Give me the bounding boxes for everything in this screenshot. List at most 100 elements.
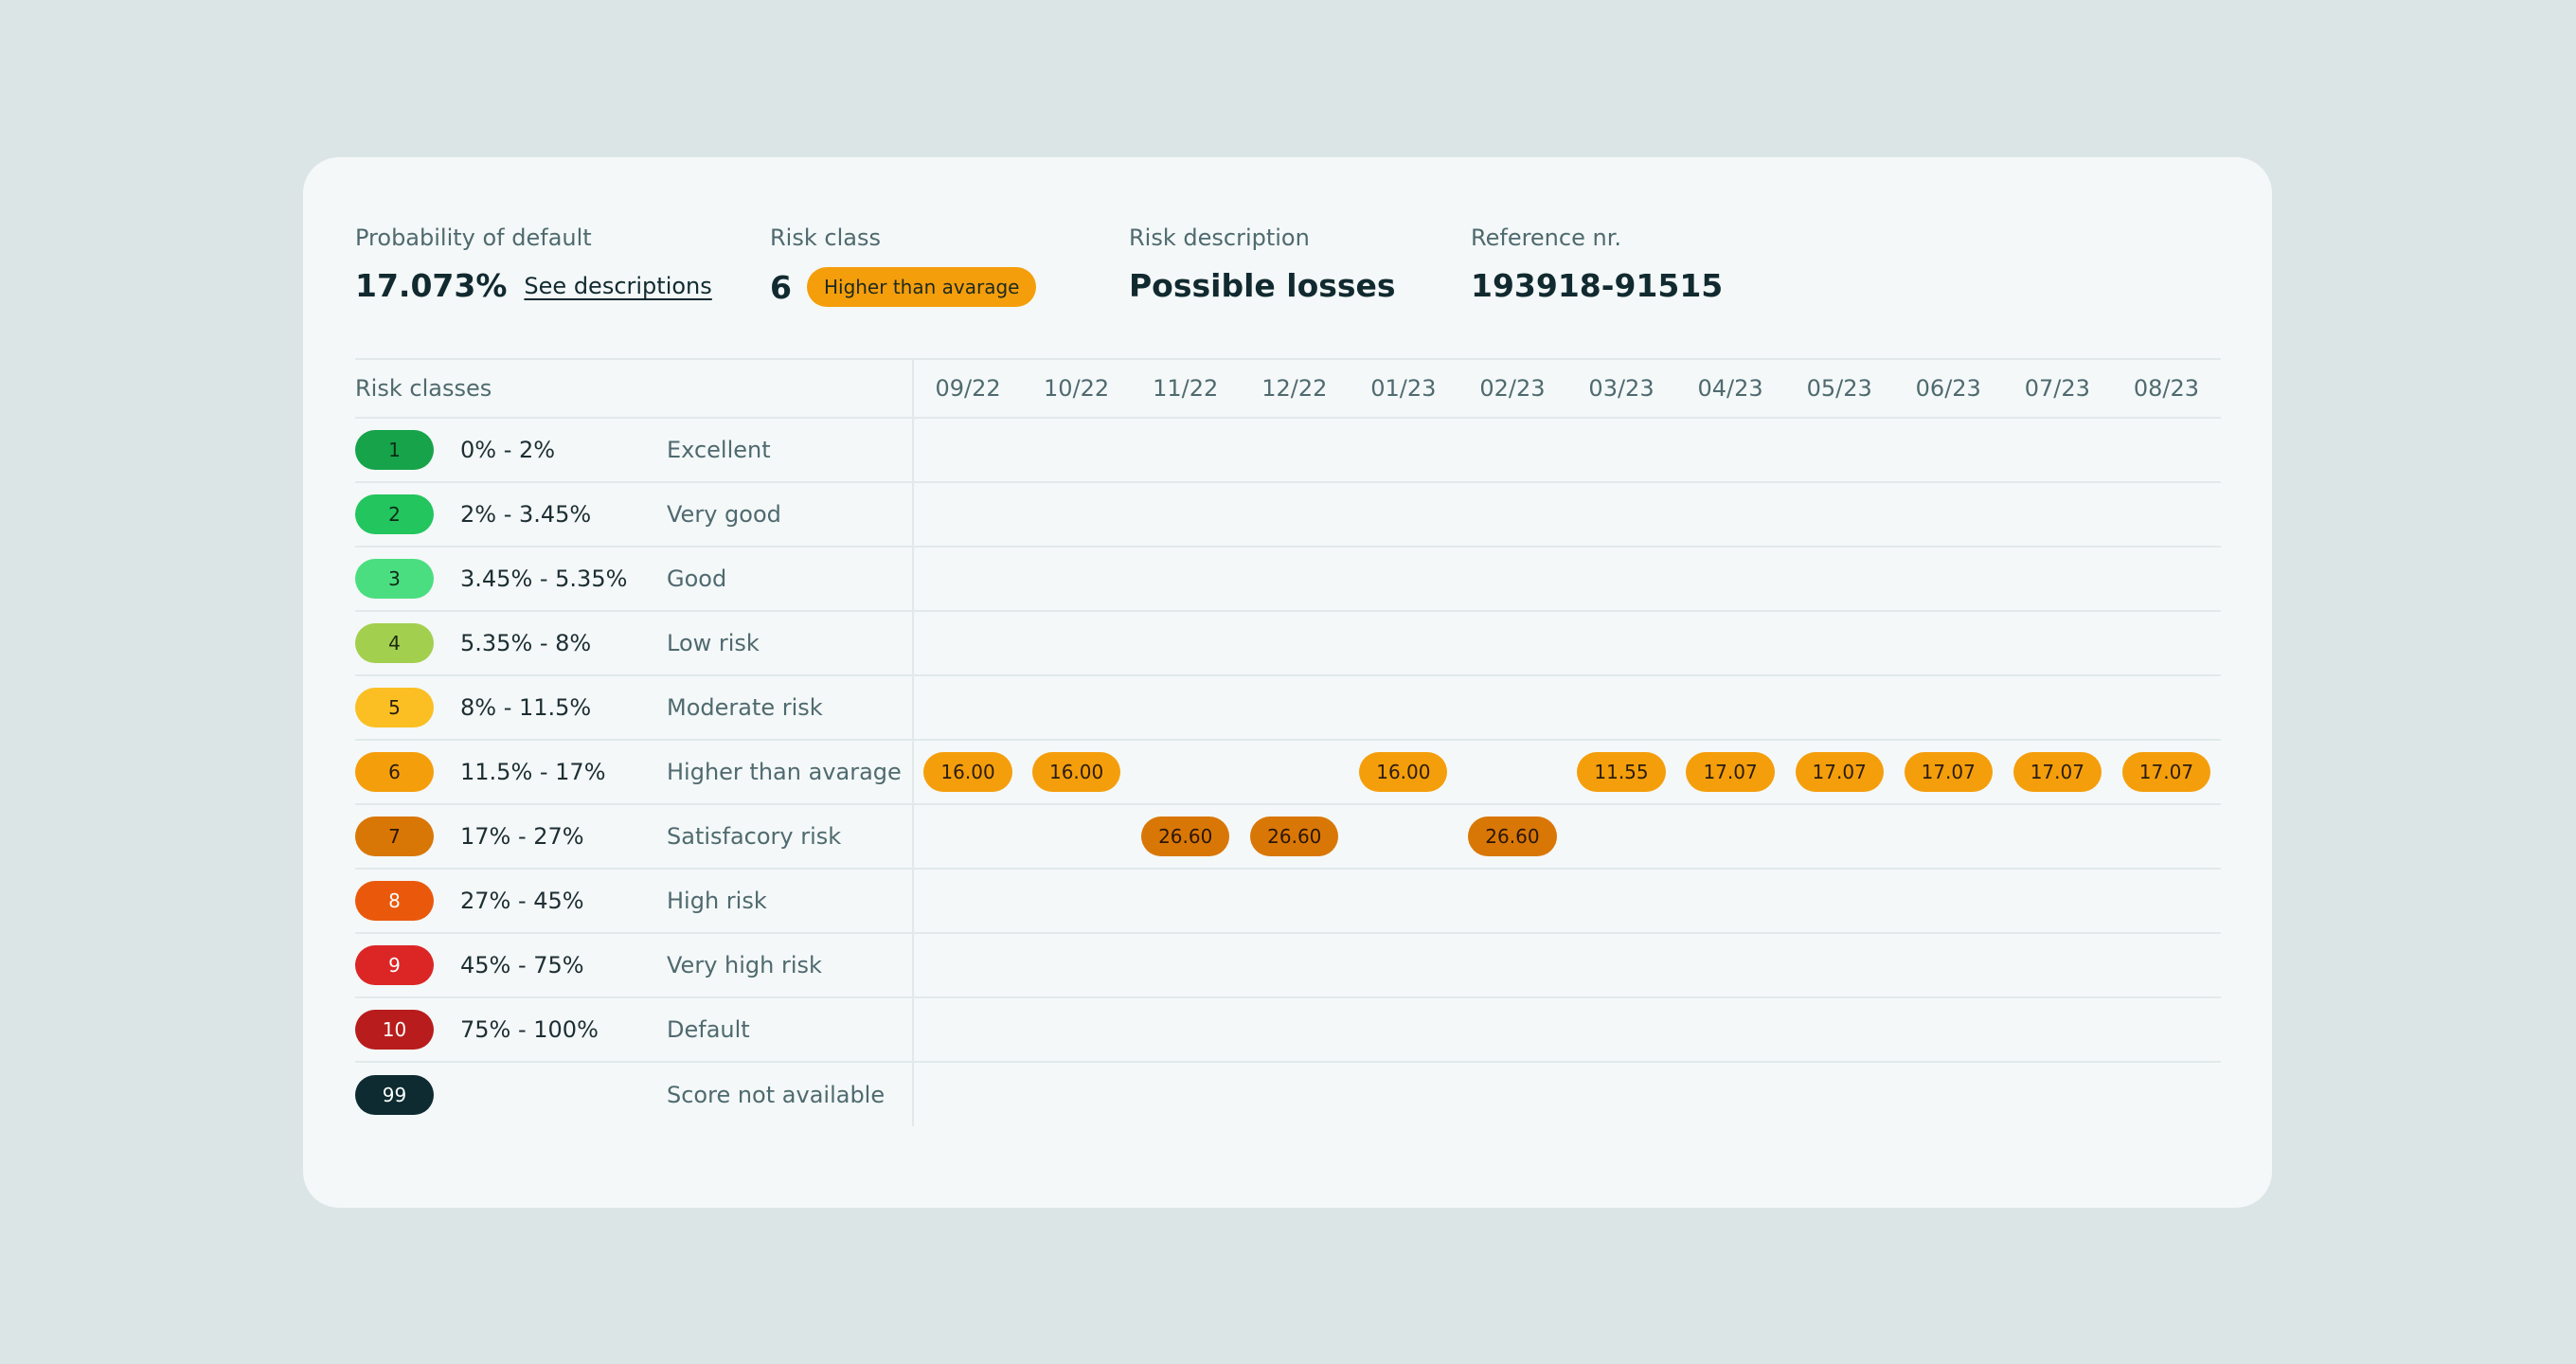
score-pill: 16.00: [923, 752, 1012, 792]
risk-card: Probability of default 17.073% See descr…: [303, 157, 2272, 1208]
value-cell: [913, 997, 1023, 1063]
risk-class-description: Low risk: [667, 630, 760, 656]
see-descriptions-link[interactable]: See descriptions: [524, 273, 711, 299]
risk-class-description: Very high risk: [667, 952, 822, 978]
value-cell: [913, 675, 1023, 741]
risk-class-range: 2% - 3.45%: [460, 501, 592, 528]
risk-class-badge: 3: [355, 559, 434, 599]
value-cell: [1784, 418, 1894, 483]
value-cell: [1349, 933, 1458, 998]
risk-class-value-row: 6 Higher than avarage: [770, 267, 1037, 307]
value-cell: [1131, 675, 1241, 741]
risk-class-description: High risk: [667, 888, 767, 914]
value-cell: [1349, 869, 1458, 934]
value-cell: [1240, 611, 1350, 676]
risk-class-range: 8% - 11.5%: [460, 694, 592, 721]
value-cell: [2003, 1062, 2112, 1126]
value-cell: [1566, 1062, 1675, 1126]
reference-value: 193918-91515: [1471, 267, 1724, 304]
value-cell: [913, 482, 1023, 547]
table-row: 3 3.45% - 5.35% Good: [355, 547, 2221, 612]
score-pill: 17.07: [1686, 752, 1775, 792]
reference-block: Reference nr. 193918-91515: [1471, 222, 1723, 304]
value-cell: [1349, 804, 1458, 870]
risk-class-range: 75% - 100%: [460, 1016, 599, 1043]
table-row: 10 75% - 100% Default: [355, 997, 2221, 1063]
risk-class-description: Satisfacory risk: [667, 823, 842, 850]
value-cell: [1022, 611, 1132, 676]
value-cell: [1349, 997, 1458, 1063]
value-cell: [1893, 547, 2003, 612]
value-cell: [1566, 418, 1676, 483]
risk-class-cell: 4 5.35% - 8% Low risk: [355, 611, 914, 676]
value-cell: [913, 547, 1023, 612]
value-cell: [1566, 933, 1676, 998]
risk-class-value: 6: [770, 268, 792, 306]
value-cell: [1784, 547, 1894, 612]
risk-class-description: Good: [667, 565, 727, 592]
value-cell: [2112, 1062, 2221, 1126]
value-cell: [1893, 611, 2003, 676]
value-cell: 17.07: [1893, 740, 2003, 805]
probability-label: Probability of default: [355, 224, 592, 251]
risk-classes-table: Risk classes 09/22 10/22 11/22 12/22 01/23 02…: [355, 358, 2221, 1126]
value-cell: [2111, 675, 2221, 741]
probability-value: 17.073%: [355, 267, 508, 304]
value-cell: [1675, 933, 1785, 998]
risk-class-badge: 9: [355, 945, 434, 985]
table-row: 2 2% - 3.45% Very good: [355, 482, 2221, 547]
risk-class-range: 5.35% - 8%: [460, 630, 592, 656]
value-cell: [2002, 611, 2112, 676]
risk-class-badge: 1: [355, 430, 434, 470]
value-cell: [1458, 869, 1567, 934]
value-cell: [2002, 869, 2112, 934]
value-cell: [1131, 482, 1241, 547]
score-pill: 26.60: [1468, 817, 1557, 856]
value-cell: [1676, 1062, 1785, 1126]
value-cell: [2111, 482, 2221, 547]
value-cell: 26.60: [1458, 804, 1567, 870]
value-cell: [1458, 740, 1567, 805]
value-cell: [1566, 997, 1676, 1063]
table-row: 7 17% - 27% Satisfacory risk 26.60 26.60 26.6…: [355, 804, 2221, 870]
score-pill: 26.60: [1250, 817, 1339, 856]
value-cell: [1349, 675, 1458, 741]
month-header: 06/23: [1893, 358, 2003, 419]
risk-class-cell: 1 0% - 2% Excellent: [355, 418, 914, 483]
risk-class-description: Very good: [667, 501, 781, 528]
value-cell: [1240, 418, 1350, 483]
month-header: 03/23: [1566, 358, 1676, 419]
value-cell: [2111, 869, 2221, 934]
value-cell: [1240, 547, 1350, 612]
month-header: 01/23: [1349, 358, 1458, 419]
value-cell: [1349, 611, 1458, 676]
value-cell: [2002, 547, 2112, 612]
risk-class-label: Risk class: [770, 224, 881, 251]
value-cell: [2111, 997, 2221, 1063]
value-cell: [1784, 611, 1894, 676]
risk-classes-header: Risk classes: [355, 358, 914, 419]
value-cell: [1022, 869, 1132, 934]
risk-class-info: 1 0% - 2% Excellent: [355, 419, 912, 481]
value-cell: [1784, 804, 1894, 870]
risk-class-badge: 5: [355, 688, 434, 727]
risk-description-label: Risk description: [1129, 224, 1310, 251]
value-cell: [2002, 418, 2112, 483]
month-header: 08/23: [2111, 358, 2221, 419]
value-cell: [1240, 482, 1350, 547]
risk-class-info: 2 2% - 3.45% Very good: [355, 483, 912, 546]
risk-class-info: 4 5.35% - 8% Low risk: [355, 612, 912, 674]
value-cell: [1893, 418, 2003, 483]
value-cell: [1240, 933, 1350, 998]
value-cell: [1022, 997, 1132, 1063]
risk-class-badge: 2: [355, 494, 434, 534]
reference-label: Reference nr.: [1471, 224, 1621, 251]
risk-class-badge: 7: [355, 817, 434, 856]
value-cell: [2111, 804, 2221, 870]
value-cell: [1566, 611, 1676, 676]
risk-class-info: 6 11.5% - 17% Higher than avarage: [355, 741, 912, 803]
table-row: 6 11.5% - 17% Higher than avarage 16.00 16.0…: [355, 740, 2221, 805]
value-cell: [1240, 740, 1350, 805]
value-cell: [1022, 804, 1132, 870]
value-cell: 16.00: [913, 740, 1023, 805]
